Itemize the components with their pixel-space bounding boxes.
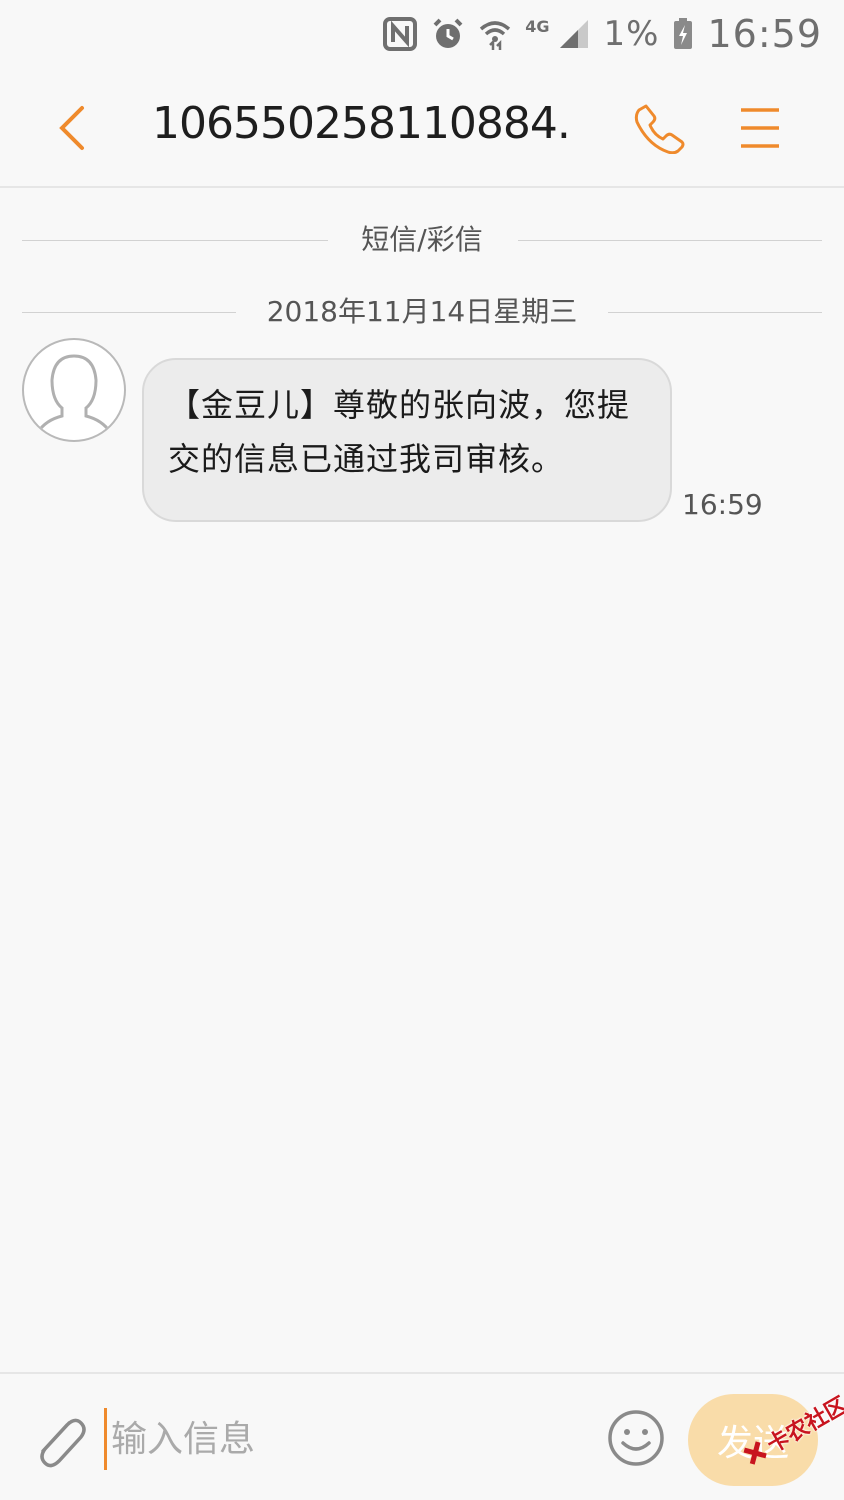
battery-percent: 1%	[603, 14, 660, 54]
phone-icon	[634, 104, 685, 154]
hamburger-menu-icon	[741, 108, 779, 148]
back-button[interactable]	[40, 96, 104, 160]
date-label: 2018年11月14日星期三	[266, 295, 578, 328]
alarm-icon	[431, 17, 465, 51]
menu-button[interactable]	[728, 96, 792, 160]
message-text: 【金豆儿】尊敬的张向波，您提交的信息已通过我司审核。	[168, 386, 631, 478]
contact-title: 10655025811088​4...	[152, 98, 572, 149]
status-bar: 4G 1% 16:59	[0, 0, 844, 68]
date-divider: 2018年11月14日星期三	[22, 292, 822, 332]
battery-icon	[673, 18, 693, 50]
message-time: 16:59	[682, 488, 763, 521]
smiley-icon	[608, 1410, 664, 1466]
message-composer: 发送	[0, 1372, 844, 1500]
attach-button[interactable]	[26, 1406, 92, 1476]
wifi-icon	[479, 17, 511, 51]
message-type-label: 短信/彩信	[361, 223, 483, 256]
emoji-button[interactable]	[604, 1406, 668, 1470]
call-button[interactable]	[628, 96, 692, 160]
person-icon	[36, 354, 112, 433]
signal-icon	[558, 18, 590, 50]
message-type-divider: 短信/彩信	[22, 220, 822, 260]
message-bubble[interactable]: 【金豆儿】尊敬的张向波，您提交的信息已通过我司审核。	[142, 358, 672, 522]
conversation-header: 10655025811088​4...	[0, 68, 844, 188]
status-time: 16:59	[707, 12, 822, 56]
chevron-left-icon	[59, 106, 84, 150]
sender-avatar[interactable]	[22, 338, 126, 442]
network-type-label: 4G	[525, 16, 550, 36]
nfc-icon	[383, 17, 418, 51]
message-input[interactable]	[104, 1408, 584, 1470]
paperclip-icon	[40, 1418, 86, 1468]
